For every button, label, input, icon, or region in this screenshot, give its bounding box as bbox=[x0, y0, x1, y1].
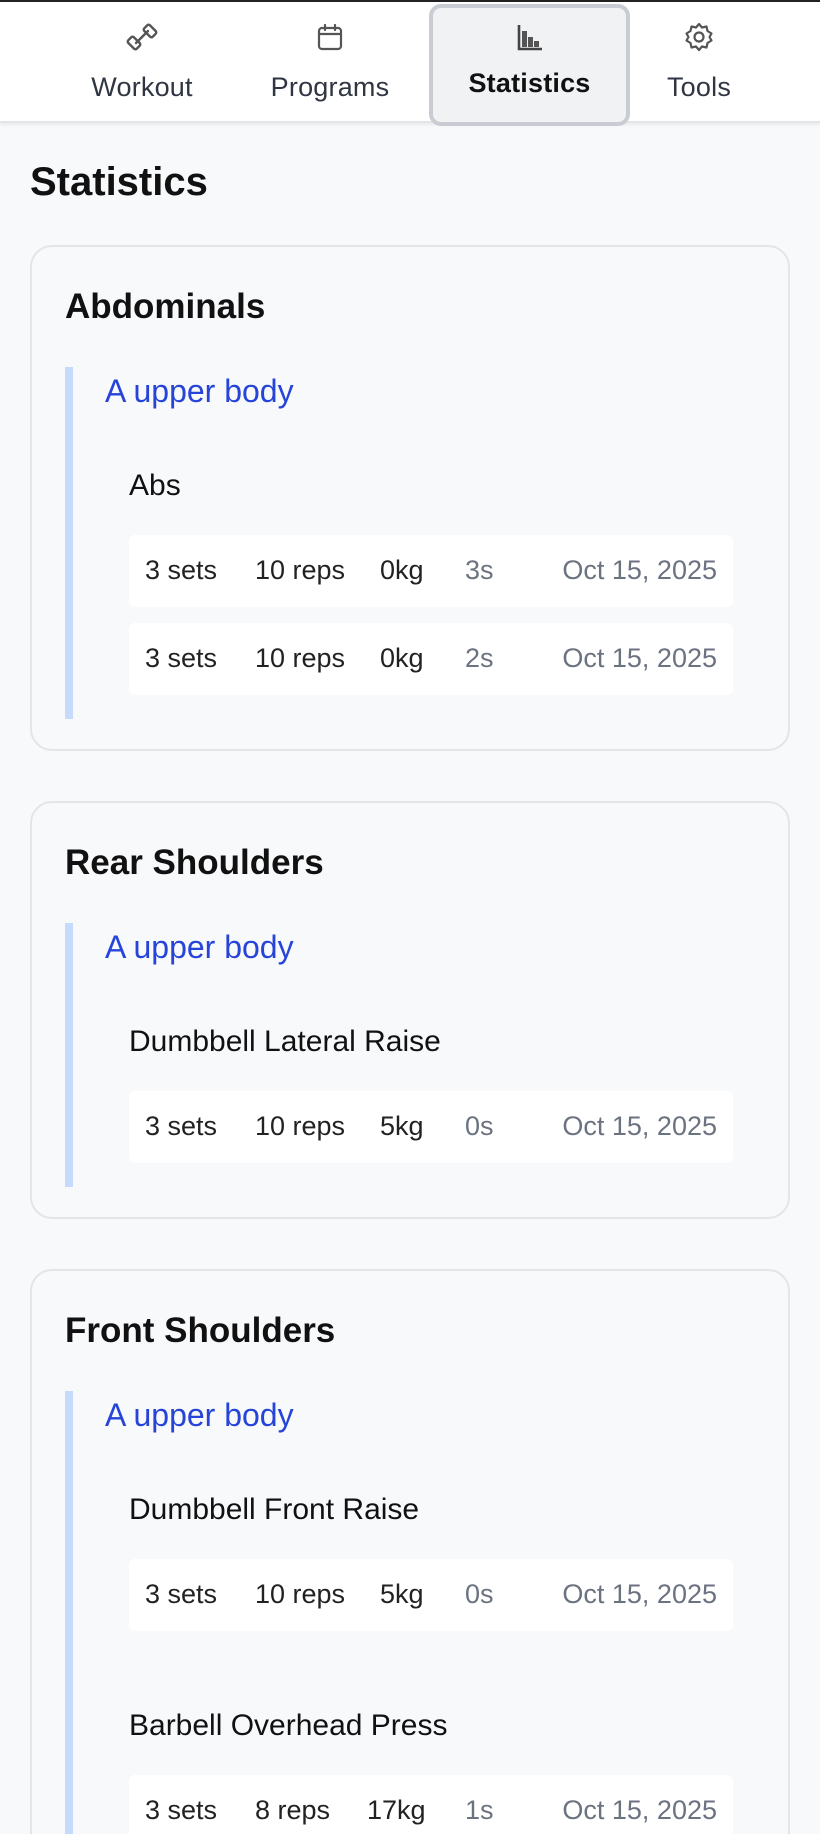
sets-count: 3 sets bbox=[145, 643, 218, 673]
duration: 0s bbox=[465, 1579, 494, 1609]
muscle-group-card: Abdominals A upper body Abs 3 sets 10 re… bbox=[30, 245, 790, 751]
sets-count: 3 sets bbox=[145, 555, 218, 585]
program-block: A upper body Dumbbell Front Raise 3 sets… bbox=[65, 1391, 759, 1834]
program-name[interactable]: A upper body bbox=[105, 929, 294, 966]
date: Oct 15, 2025 bbox=[562, 1111, 717, 1141]
reps-count: 10 reps bbox=[255, 643, 346, 673]
reps-count: 8 reps bbox=[255, 1795, 331, 1825]
gear-icon bbox=[682, 20, 716, 54]
exercise-name: Dumbbell Front Raise bbox=[129, 1493, 420, 1526]
tab-tools[interactable]: Tools bbox=[654, 4, 744, 126]
muscle-group-title: Rear Shoulders bbox=[65, 843, 324, 882]
muscle-group-card: Rear Shoulders A upper body Dumbbell Lat… bbox=[30, 801, 790, 1219]
dumbbell-icon bbox=[125, 20, 159, 54]
set-row: 3 sets 10 reps 5kg 0s Oct 15, 2025 bbox=[129, 1559, 733, 1631]
muscle-group-card: Front Shoulders A upper body Dumbbell Fr… bbox=[30, 1269, 790, 1834]
set-row: 3 sets 8 reps 17kg 1s Oct 15, 2025 bbox=[129, 1775, 733, 1834]
program-block: A upper body Abs 3 sets 10 reps 0kg 3s O… bbox=[65, 367, 759, 719]
exercise-name: Dumbbell Lateral Raise bbox=[129, 1025, 441, 1058]
tab-workout-label: Workout bbox=[91, 72, 193, 102]
tab-statistics-label: Statistics bbox=[468, 68, 591, 98]
duration: 3s bbox=[465, 555, 494, 585]
tab-programs-label: Programs bbox=[270, 72, 390, 102]
weight: 0kg bbox=[380, 555, 424, 585]
date: Oct 15, 2025 bbox=[562, 555, 717, 585]
weight: 17kg bbox=[367, 1795, 426, 1825]
sets-count: 3 sets bbox=[145, 1795, 218, 1825]
muscle-group-title: Front Shoulders bbox=[65, 1311, 336, 1350]
date: Oct 15, 2025 bbox=[562, 643, 717, 673]
weight: 0kg bbox=[380, 643, 424, 673]
bar-chart-icon bbox=[513, 20, 547, 54]
tab-tools-label: Tools bbox=[666, 72, 732, 102]
exercise-name: Barbell Overhead Press bbox=[129, 1709, 448, 1742]
reps-count: 10 reps bbox=[255, 555, 346, 585]
program-name[interactable]: A upper body bbox=[105, 1397, 294, 1434]
tab-programs[interactable]: Programs bbox=[263, 4, 397, 126]
sets-count: 3 sets bbox=[145, 1579, 218, 1609]
set-row: 3 sets 10 reps 5kg 0s Oct 15, 2025 bbox=[129, 1091, 733, 1163]
muscle-group-title: Abdominals bbox=[65, 287, 266, 326]
date: Oct 15, 2025 bbox=[562, 1795, 717, 1825]
calendar-icon bbox=[313, 20, 347, 54]
program-name[interactable]: A upper body bbox=[105, 373, 294, 410]
set-row: 3 sets 10 reps 0kg 3s Oct 15, 2025 bbox=[129, 535, 733, 607]
top-nav: Workout Programs Statistics Tools bbox=[0, 0, 820, 126]
exercise-name: Abs bbox=[129, 469, 181, 502]
reps-count: 10 reps bbox=[255, 1579, 346, 1609]
date: Oct 15, 2025 bbox=[562, 1579, 717, 1609]
tab-workout[interactable]: Workout bbox=[78, 4, 206, 126]
duration: 0s bbox=[465, 1111, 494, 1141]
duration: 1s bbox=[465, 1795, 494, 1825]
duration: 2s bbox=[465, 643, 494, 673]
sets-count: 3 sets bbox=[145, 1111, 218, 1141]
page-title: Statistics bbox=[30, 160, 208, 204]
tab-statistics[interactable]: Statistics bbox=[429, 4, 630, 126]
set-row: 3 sets 10 reps 0kg 2s Oct 15, 2025 bbox=[129, 623, 733, 695]
reps-count: 10 reps bbox=[255, 1111, 346, 1141]
program-block: A upper body Dumbbell Lateral Raise 3 se… bbox=[65, 923, 759, 1187]
weight: 5kg bbox=[380, 1111, 424, 1141]
weight: 5kg bbox=[380, 1579, 424, 1609]
